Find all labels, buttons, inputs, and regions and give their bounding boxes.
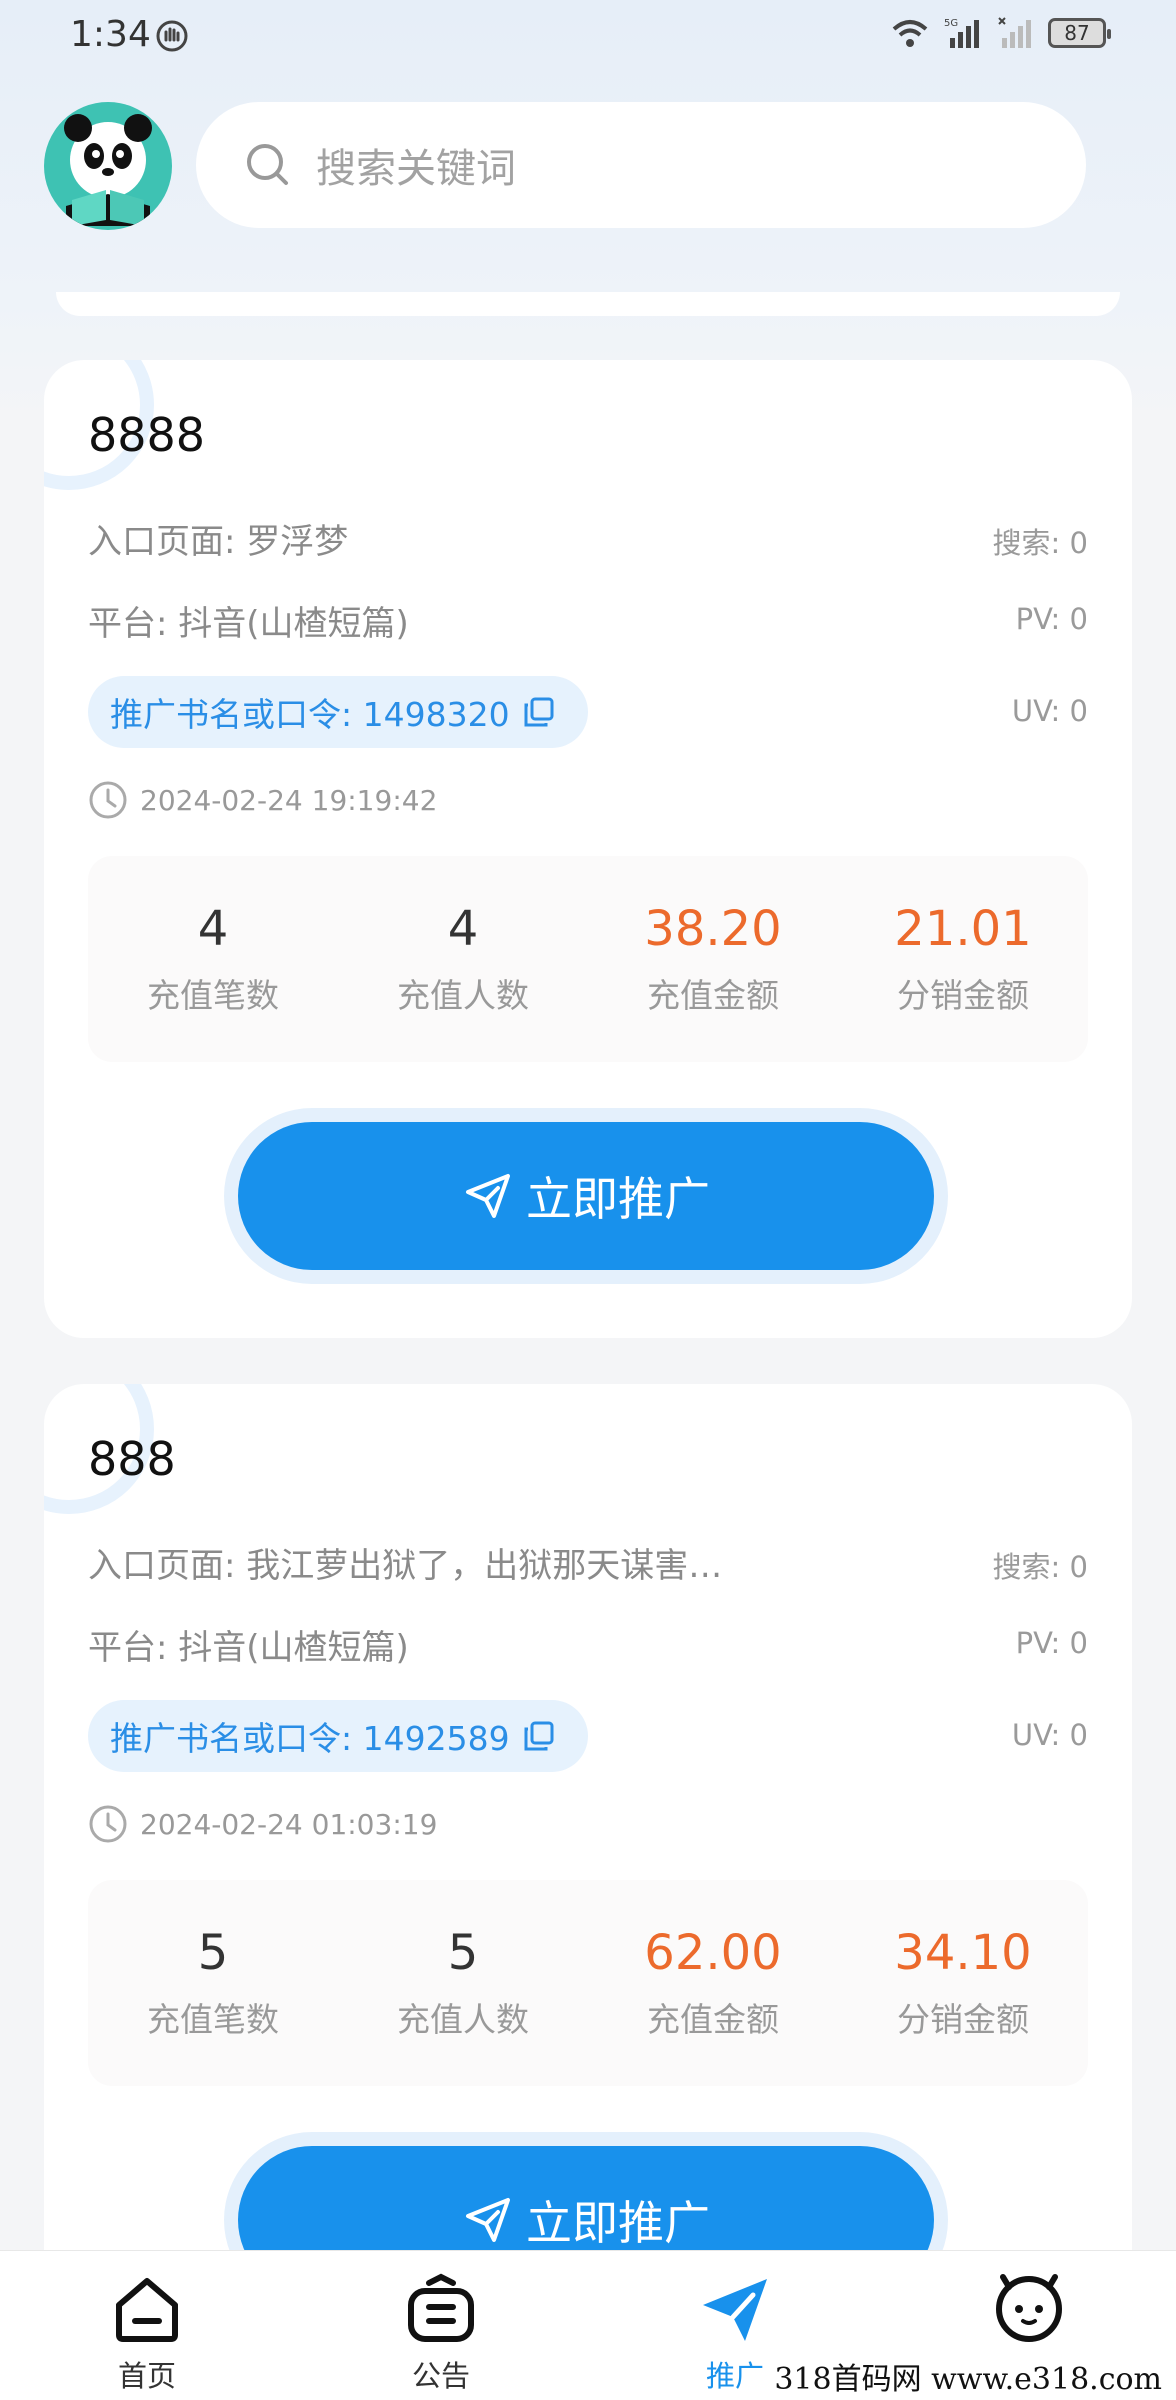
- status-bar: 1:34 5G 87: [0, 0, 1176, 72]
- stat-value: 4: [197, 901, 229, 958]
- signal-5g-icon: 5G: [944, 18, 979, 48]
- stat-distribution-amount: 34.10 分销金额: [838, 1880, 1088, 2086]
- uv-count: UV: 0: [1011, 694, 1088, 728]
- stats-panel: 4 充值笔数 4 充值人数 38.20 充值金额 21.01 分销金额: [88, 856, 1088, 1062]
- copy-icon[interactable]: [522, 1719, 556, 1753]
- panda-avatar[interactable]: [44, 102, 172, 230]
- promote-button-label: 立即推广: [526, 1172, 710, 1226]
- promo-code-pill[interactable]: 推广书名或口令: 1498320: [88, 676, 588, 748]
- stat-label: 分销金额: [897, 975, 1029, 1015]
- stats-panel: 5 充值笔数 5 充值人数 62.00 充值金额 34.10 分销金额: [88, 1880, 1088, 2086]
- pv-count: PV: 0: [1015, 602, 1088, 636]
- uv-count: UV: 0: [1011, 1718, 1088, 1752]
- stat-value: 5: [447, 1925, 479, 1982]
- pv-count: PV: 0: [1015, 1626, 1088, 1660]
- timestamp: 2024-02-24 01:03:19: [88, 1804, 437, 1844]
- stat-recharge-count: 5 充值笔数: [88, 1880, 338, 2086]
- status-icons: 5G 87: [890, 16, 1111, 50]
- stat-value: 34.10: [894, 1925, 1032, 1982]
- gesture-hand-icon: [156, 20, 188, 52]
- platform: 平台: 抖音(山楂短篇): [88, 604, 409, 644]
- stat-label: 充值人数: [397, 975, 529, 1015]
- stat-recharge-count: 4 充值笔数: [88, 856, 338, 1062]
- notice-icon: [408, 2273, 474, 2342]
- stat-label: 分销金额: [897, 1999, 1029, 2039]
- stat-label: 充值笔数: [147, 975, 279, 1015]
- search-icon: [247, 144, 288, 185]
- timestamp-text: 2024-02-24 19:19:42: [140, 783, 438, 817]
- send-icon: [466, 2198, 510, 2242]
- stat-value: 5: [197, 1925, 229, 1982]
- status-time: 1:34: [70, 14, 151, 55]
- nav-label: 推广: [705, 2359, 764, 2393]
- stat-value: 62.00: [644, 1925, 782, 1982]
- card-title: 888: [88, 1432, 176, 1486]
- stat-recharge-users: 4 充值人数: [338, 856, 588, 1062]
- send-icon: [466, 1174, 510, 1218]
- stat-label: 充值人数: [397, 1999, 529, 2039]
- copy-icon[interactable]: [522, 695, 556, 729]
- profile-face-icon: [996, 2274, 1062, 2342]
- promote-now-button[interactable]: 立即推广: [238, 1122, 934, 1270]
- clock-icon: [89, 1805, 127, 1843]
- stat-recharge-amount: 62.00 充值金额: [588, 1880, 838, 2086]
- search-count: 搜索: 0: [992, 1550, 1088, 1584]
- nav-label: 公告: [411, 2359, 470, 2393]
- promo-code-pill[interactable]: 推广书名或口令: 1492589: [88, 1700, 588, 1772]
- entry-page: 入口页面: 罗浮梦: [88, 522, 349, 562]
- search-placeholder: 搜索关键词: [316, 146, 516, 192]
- stat-recharge-amount: 38.20 充值金额: [588, 856, 838, 1062]
- wifi-icon: [892, 20, 928, 47]
- stat-value: 38.20: [644, 901, 782, 958]
- header-panel-edge: [56, 292, 1120, 316]
- entry-page: 入口页面: 我江萝出狱了，出狱那天谋害…: [88, 1546, 723, 1586]
- panda-logo-icon: [64, 114, 152, 226]
- network-type-label: 5G: [944, 18, 958, 29]
- stat-value: 4: [447, 901, 479, 958]
- card-title: 8888: [88, 408, 206, 462]
- platform: 平台: 抖音(山楂短篇): [88, 1628, 409, 1668]
- watermark: 318首码网 www.e318.com: [770, 2354, 1166, 2398]
- battery-level: 87: [1064, 21, 1090, 45]
- battery-icon: 87: [1048, 18, 1111, 48]
- paper-plane-icon: [703, 2279, 767, 2341]
- stat-recharge-users: 5 充值人数: [338, 1880, 588, 2086]
- search-count: 搜索: 0: [992, 526, 1088, 560]
- home-icon: [116, 2278, 178, 2342]
- stat-distribution-amount: 21.01 分销金额: [838, 856, 1088, 1062]
- timestamp: 2024-02-24 19:19:42: [88, 780, 437, 820]
- stat-value: 21.01: [894, 901, 1032, 958]
- nav-item-notice[interactable]: 公告: [294, 2251, 588, 2400]
- promo-code: 推广书名或口令: 1498320: [110, 695, 510, 734]
- promote-button-ring: 立即推广: [224, 1108, 948, 1284]
- nav-item-home[interactable]: 首页: [0, 2251, 294, 2400]
- signal-no-sim-icon: [998, 17, 1031, 48]
- promo-card: 888 入口页面: 我江萝出狱了，出狱那天谋害… 搜索: 0 平台: 抖音(山楂…: [44, 1384, 1132, 2304]
- promo-card: 8888 入口页面: 罗浮梦 搜索: 0 平台: 抖音(山楂短篇) PV: 0 …: [44, 360, 1132, 1338]
- clock-icon: [89, 781, 127, 819]
- promote-button-label: 立即推广: [526, 2196, 710, 2250]
- stat-label: 充值金额: [647, 1999, 779, 2039]
- stat-label: 充值笔数: [147, 1999, 279, 2039]
- nav-label: 首页: [117, 2359, 176, 2393]
- timestamp-text: 2024-02-24 01:03:19: [140, 1807, 438, 1841]
- promo-code: 推广书名或口令: 1492589: [110, 1719, 510, 1758]
- stat-label: 充值金额: [647, 975, 779, 1015]
- search-input[interactable]: 搜索关键词: [196, 102, 1086, 228]
